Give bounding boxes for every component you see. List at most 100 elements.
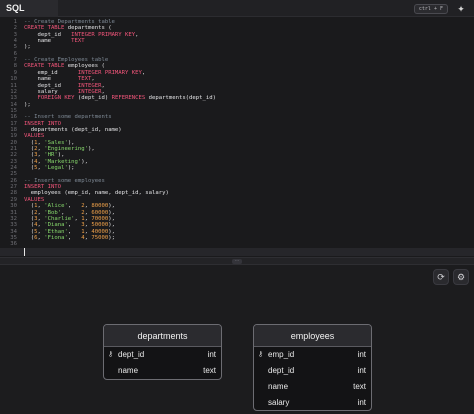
code-token: 'HR' bbox=[44, 152, 58, 159]
code-token: ( bbox=[24, 165, 35, 172]
column-name: dept_id bbox=[118, 350, 145, 359]
code-token: ( bbox=[24, 146, 35, 152]
code-token: CREATE TABLE bbox=[24, 25, 68, 32]
drag-handle-icon[interactable]: ⋯ bbox=[232, 259, 242, 264]
code-token: emp_id bbox=[24, 69, 78, 76]
code-token: INTEGER PRIMARY KEY bbox=[71, 31, 136, 38]
table-employees[interactable]: employees ⚷ emp_id int dept_id int name … bbox=[253, 324, 372, 411]
code-token: ), bbox=[108, 203, 116, 210]
code-token: ( bbox=[24, 209, 35, 216]
code-token: ), bbox=[108, 209, 116, 216]
table-departments[interactable]: departments ⚷ dept_id int name text bbox=[103, 324, 222, 380]
code-token: salary bbox=[24, 88, 78, 95]
code-token: ( bbox=[24, 152, 35, 159]
column-row: salary int bbox=[254, 395, 371, 410]
code-token: 'Ethan' bbox=[44, 228, 68, 235]
code-token: ( bbox=[24, 203, 35, 210]
code-token: INSERT INTO bbox=[24, 184, 62, 191]
code-token: ), bbox=[67, 139, 75, 146]
column-row: ⚷ emp_id int bbox=[254, 347, 371, 363]
code-token: ), bbox=[88, 146, 95, 152]
code-token: -- Create Departments table bbox=[24, 19, 115, 25]
code-token: INTEGER bbox=[77, 88, 102, 95]
code-token: ( bbox=[24, 234, 35, 241]
code-token: FOREIGN KEY bbox=[37, 95, 78, 102]
column-name: name bbox=[118, 366, 139, 375]
code-token: name bbox=[24, 38, 72, 45]
code-token: ), bbox=[108, 228, 116, 235]
column-type: int bbox=[357, 350, 366, 359]
column-type: text bbox=[353, 382, 366, 391]
code-token: , bbox=[101, 82, 105, 89]
code-token: 'Alice' bbox=[44, 203, 68, 210]
code-token: 'Legal' bbox=[44, 165, 68, 172]
code-token: ); bbox=[24, 44, 31, 51]
code-token: ), bbox=[108, 215, 116, 222]
code-token: ); bbox=[108, 234, 116, 241]
code-token: departments(dept_id) bbox=[148, 95, 216, 102]
column-name: dept_id bbox=[268, 366, 295, 375]
code-token: name bbox=[24, 76, 78, 83]
tab-sql-schema[interactable]: SQL Schema bbox=[0, 0, 58, 30]
code-token: departments ( bbox=[67, 25, 112, 32]
schema-diagram-canvas[interactable]: ⟳ ⚙ departments ⚷ dept_id int name text … bbox=[0, 265, 474, 414]
code-token: , bbox=[141, 69, 146, 76]
code-token: 'Fiona' bbox=[44, 234, 68, 241]
code-token: employees ( bbox=[67, 63, 105, 70]
column-row: dept_id int bbox=[254, 363, 371, 379]
key-icon: ⚷ bbox=[258, 351, 264, 358]
code-token: ( bbox=[24, 158, 35, 165]
code-token: -- Insert some employees bbox=[24, 177, 105, 184]
code-token: 'Engineering' bbox=[44, 146, 89, 152]
code-token: , bbox=[67, 203, 82, 210]
code-token: , bbox=[135, 31, 139, 38]
code-token: employees (emp_id, name, dept_id, salary… bbox=[24, 190, 169, 197]
code-token: 60000 bbox=[91, 209, 109, 216]
code-token: 'Diana' bbox=[44, 222, 68, 229]
code-token: REFERENCES bbox=[111, 95, 149, 102]
code-token: -- Insert some departments bbox=[24, 114, 112, 121]
code-token: 'Charlie' bbox=[44, 215, 75, 222]
code-token: ), bbox=[81, 158, 89, 165]
column-name: salary bbox=[268, 398, 290, 407]
gear-icon[interactable]: ⚙ bbox=[453, 269, 469, 285]
column-row: name text bbox=[104, 363, 221, 379]
code-token: ( bbox=[24, 139, 35, 146]
column-name: emp_id bbox=[268, 350, 295, 359]
sparkle-icon[interactable]: ✦ bbox=[455, 3, 467, 15]
code-token: INTEGER PRIMARY KEY bbox=[77, 69, 142, 76]
column-name: name bbox=[268, 382, 289, 391]
code-token: dept_id bbox=[24, 31, 72, 38]
line-number: 36 bbox=[10, 241, 17, 248]
column-type: int bbox=[357, 398, 366, 407]
code-token: ), bbox=[108, 222, 116, 229]
refresh-icon[interactable]: ⟳ bbox=[433, 269, 449, 285]
code-token: , bbox=[101, 88, 105, 95]
sql-editor[interactable]: 1 -- Create Departments table 2 CREATE TABL… bbox=[0, 17, 474, 257]
pane-splitter[interactable]: ⋯ bbox=[0, 257, 474, 265]
code-token: , bbox=[67, 228, 82, 235]
table-title: departments bbox=[104, 325, 221, 347]
code-token: 70000 bbox=[91, 215, 109, 222]
key-icon: ⚷ bbox=[108, 351, 114, 358]
code-token: ); bbox=[24, 101, 31, 108]
code-token: ( bbox=[24, 222, 35, 229]
column-type: int bbox=[357, 366, 366, 375]
code-token: , bbox=[61, 209, 82, 216]
code-token: VALUES bbox=[24, 196, 45, 203]
code-token: TEXT bbox=[71, 38, 85, 45]
code-token: 'Sales' bbox=[44, 139, 68, 146]
code-token: TEXT bbox=[77, 76, 92, 83]
code-line[interactable]: 36 bbox=[0, 241, 474, 248]
column-type: int bbox=[207, 350, 216, 359]
table-title: employees bbox=[254, 325, 371, 347]
code-token: , bbox=[67, 234, 82, 241]
code-token: departments (dept_id, name) bbox=[24, 126, 122, 133]
shortcut-badge: ctrl + F bbox=[413, 4, 448, 14]
code-token: 80000 bbox=[91, 203, 109, 210]
code-token: ); bbox=[67, 165, 75, 172]
column-type: text bbox=[203, 366, 216, 375]
code-token: , bbox=[67, 222, 82, 229]
code-token: VALUES bbox=[24, 133, 45, 140]
